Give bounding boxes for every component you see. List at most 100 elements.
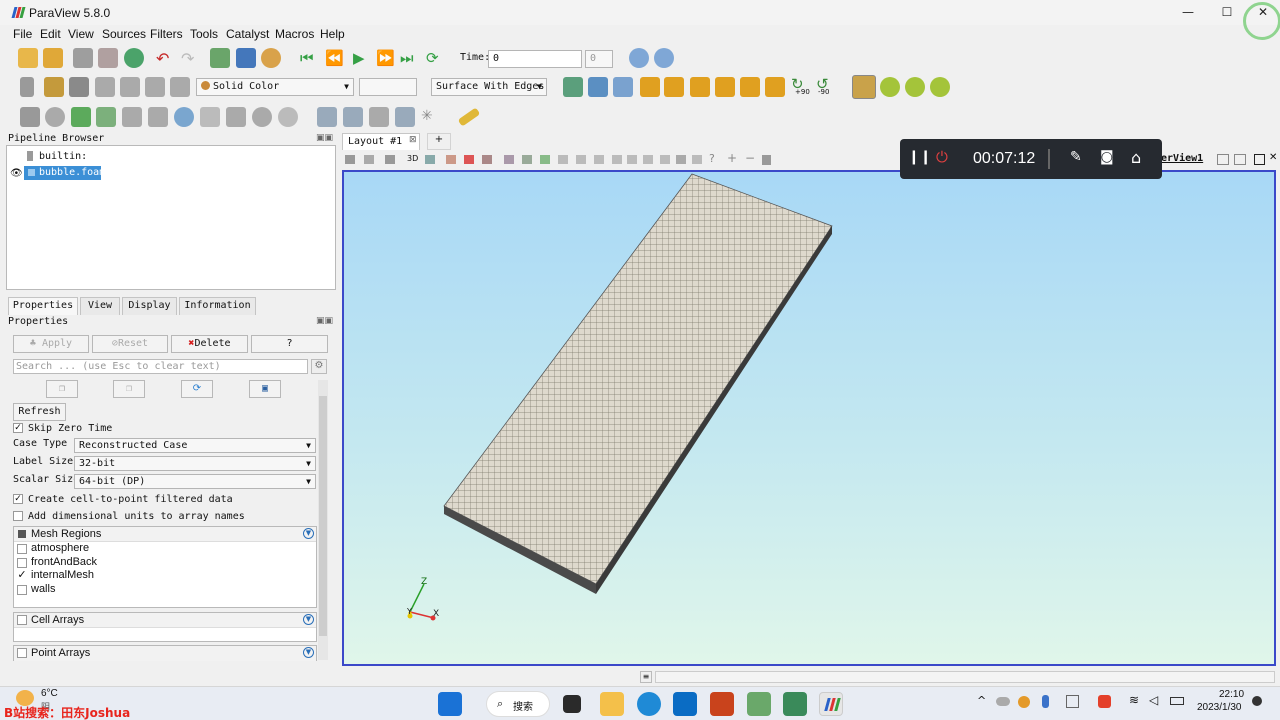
select-frustum-icon[interactable] xyxy=(504,155,514,164)
find-data-icon[interactable] xyxy=(629,48,649,68)
zoom-to-box-icon[interactable] xyxy=(613,77,633,97)
menu-filters[interactable]: Filters xyxy=(150,27,183,41)
show-center-icon[interactable] xyxy=(880,77,900,97)
windows-start-icon[interactable] xyxy=(438,692,462,716)
plot-data-icon[interactable] xyxy=(395,107,415,127)
select-polygon-icon[interactable] xyxy=(522,155,532,164)
auto-apply-icon[interactable] xyxy=(124,48,144,68)
redo-icon[interactable]: ↷ xyxy=(181,49,194,68)
threshold-icon[interactable] xyxy=(122,107,142,127)
hide-icon[interactable] xyxy=(692,155,702,164)
ruler-view-icon[interactable] xyxy=(660,155,670,164)
point-arrays-checkbox[interactable] xyxy=(17,648,27,658)
rescale-custom-icon[interactable] xyxy=(95,77,115,97)
security-icon[interactable] xyxy=(1098,695,1111,708)
scrollbar-thumb[interactable] xyxy=(319,396,327,636)
tray-chevron-up-icon[interactable]: ^ xyxy=(977,694,986,707)
tab-view[interactable]: View xyxy=(80,297,120,315)
mesh-region-internalmesh[interactable]: internalMesh xyxy=(31,569,94,581)
search-input[interactable]: Search ... (use Esc to clear text) xyxy=(13,359,308,374)
maximize-view-icon[interactable] xyxy=(1254,154,1265,165)
clock-time[interactable]: 22:10 xyxy=(1219,689,1244,700)
view-minus-z-icon[interactable] xyxy=(765,77,785,97)
warp-by-vector-icon[interactable] xyxy=(226,107,246,127)
camera-link-icon[interactable] xyxy=(364,155,374,164)
mesh-regions-header[interactable]: Mesh Regions ▼ xyxy=(14,527,316,542)
extract-level-icon[interactable] xyxy=(278,107,298,127)
cell-arrays-header[interactable]: Cell Arrays ▼ xyxy=(14,613,316,628)
menu-edit[interactable]: Edit xyxy=(40,27,61,41)
add-layout-tab-button[interactable]: + xyxy=(427,133,451,150)
add-view-icon[interactable]: + xyxy=(727,151,737,165)
glyph-icon[interactable] xyxy=(174,107,194,127)
tab-information[interactable]: Information xyxy=(179,297,256,315)
palette-icon[interactable] xyxy=(261,48,281,68)
scalar-size-select[interactable]: 64-bit (DP) ▼ xyxy=(74,474,316,489)
view-plus-z-icon[interactable] xyxy=(740,77,760,97)
tab-display[interactable]: Display xyxy=(122,297,177,315)
zoom-icon[interactable] xyxy=(425,155,435,164)
mesh-region-atmosphere-checkbox[interactable] xyxy=(17,544,27,554)
loop-icon[interactable]: ⟳ xyxy=(426,49,439,67)
split-vertical-icon[interactable] xyxy=(1234,154,1246,165)
capture-screenshot-icon[interactable] xyxy=(345,155,355,164)
pause-icon[interactable]: ❙❙ xyxy=(908,149,931,165)
menu-view[interactable]: View xyxy=(68,27,94,41)
home-icon[interactable]: ⌂ xyxy=(1131,148,1141,167)
hover-cells-icon[interactable] xyxy=(594,155,604,164)
mesh-region-walls[interactable]: walls xyxy=(31,583,55,595)
select-shrink-icon[interactable] xyxy=(627,155,637,164)
pick-center-icon[interactable] xyxy=(930,77,950,97)
properties-scrollbar[interactable] xyxy=(318,380,328,660)
last-frame-icon[interactable]: ⏭ xyxy=(400,49,414,67)
pipeline-item-bubble-foam[interactable]: bubble.foam xyxy=(24,166,105,180)
toggle-color-legend-icon[interactable] xyxy=(20,77,34,97)
interaction-mode-icon[interactable] xyxy=(852,75,876,99)
chevron-down-circle-icon[interactable]: ▼ xyxy=(303,614,314,625)
store-icon[interactable] xyxy=(673,692,697,716)
case-type-select[interactable]: Reconstructed Case ▼ xyxy=(74,438,316,453)
selection-display-icon[interactable] xyxy=(676,155,686,164)
help-view-icon[interactable]: ? xyxy=(709,152,715,165)
skip-zero-time-checkbox[interactable]: ✓ xyxy=(13,423,23,433)
camera-settings-icon[interactable] xyxy=(385,155,395,164)
menu-catalyst[interactable]: Catalyst xyxy=(226,27,269,41)
menu-sources[interactable]: Sources xyxy=(102,27,146,41)
camera-redo-icon[interactable] xyxy=(236,48,256,68)
dimensional-units-checkbox[interactable] xyxy=(13,511,23,521)
status-grip-icon[interactable]: ≡ xyxy=(640,671,652,683)
camera-icon[interactable]: ◙ xyxy=(1100,149,1114,165)
select-points-icon[interactable] xyxy=(482,155,492,164)
trash-icon[interactable] xyxy=(762,155,771,165)
time-value-field[interactable]: 0 xyxy=(488,50,582,68)
label-size-select[interactable]: 32-bit ▼ xyxy=(74,456,316,471)
properties-float-close-icon[interactable]: ▣▣ xyxy=(316,316,333,326)
menu-help[interactable]: Help xyxy=(320,27,345,41)
lasso-icon[interactable] xyxy=(643,155,653,164)
histogram-icon[interactable] xyxy=(343,107,363,127)
plot-selection-icon[interactable] xyxy=(369,107,389,127)
app-icon[interactable] xyxy=(747,692,771,716)
play-icon[interactable]: ▶ xyxy=(353,49,365,67)
split-horizontal-icon[interactable] xyxy=(1217,154,1229,165)
reset-range-icon[interactable] xyxy=(69,77,89,97)
volume-icon[interactable]: ◁ xyxy=(1149,693,1158,707)
mesh-regions-partial-checkbox[interactable] xyxy=(18,530,26,538)
hover-points-icon[interactable] xyxy=(576,155,586,164)
panel-float-close-icon[interactable]: ▣▣ xyxy=(316,133,333,143)
eye-icon[interactable]: 👁 xyxy=(10,168,23,179)
cloud-icon[interactable] xyxy=(996,697,1010,706)
camera-undo-icon[interactable] xyxy=(210,48,230,68)
mesh-region-walls-checkbox[interactable] xyxy=(17,585,27,595)
task-view-icon[interactable] xyxy=(563,695,581,713)
apply-button[interactable]: ♣ Apply xyxy=(13,335,89,353)
cell-arrays-checkbox[interactable] xyxy=(17,615,27,625)
remove-view-icon[interactable]: − xyxy=(745,151,755,165)
notepad-icon[interactable] xyxy=(783,692,807,716)
contour-icon[interactable] xyxy=(45,107,65,127)
select-block-icon[interactable] xyxy=(540,155,550,164)
mesh-region-frontandback-checkbox[interactable] xyxy=(17,558,27,568)
restore-defaults-button[interactable]: ⟳ xyxy=(181,380,213,398)
zoom-closest-icon[interactable] xyxy=(588,77,608,97)
help-button[interactable]: ? xyxy=(251,335,328,353)
